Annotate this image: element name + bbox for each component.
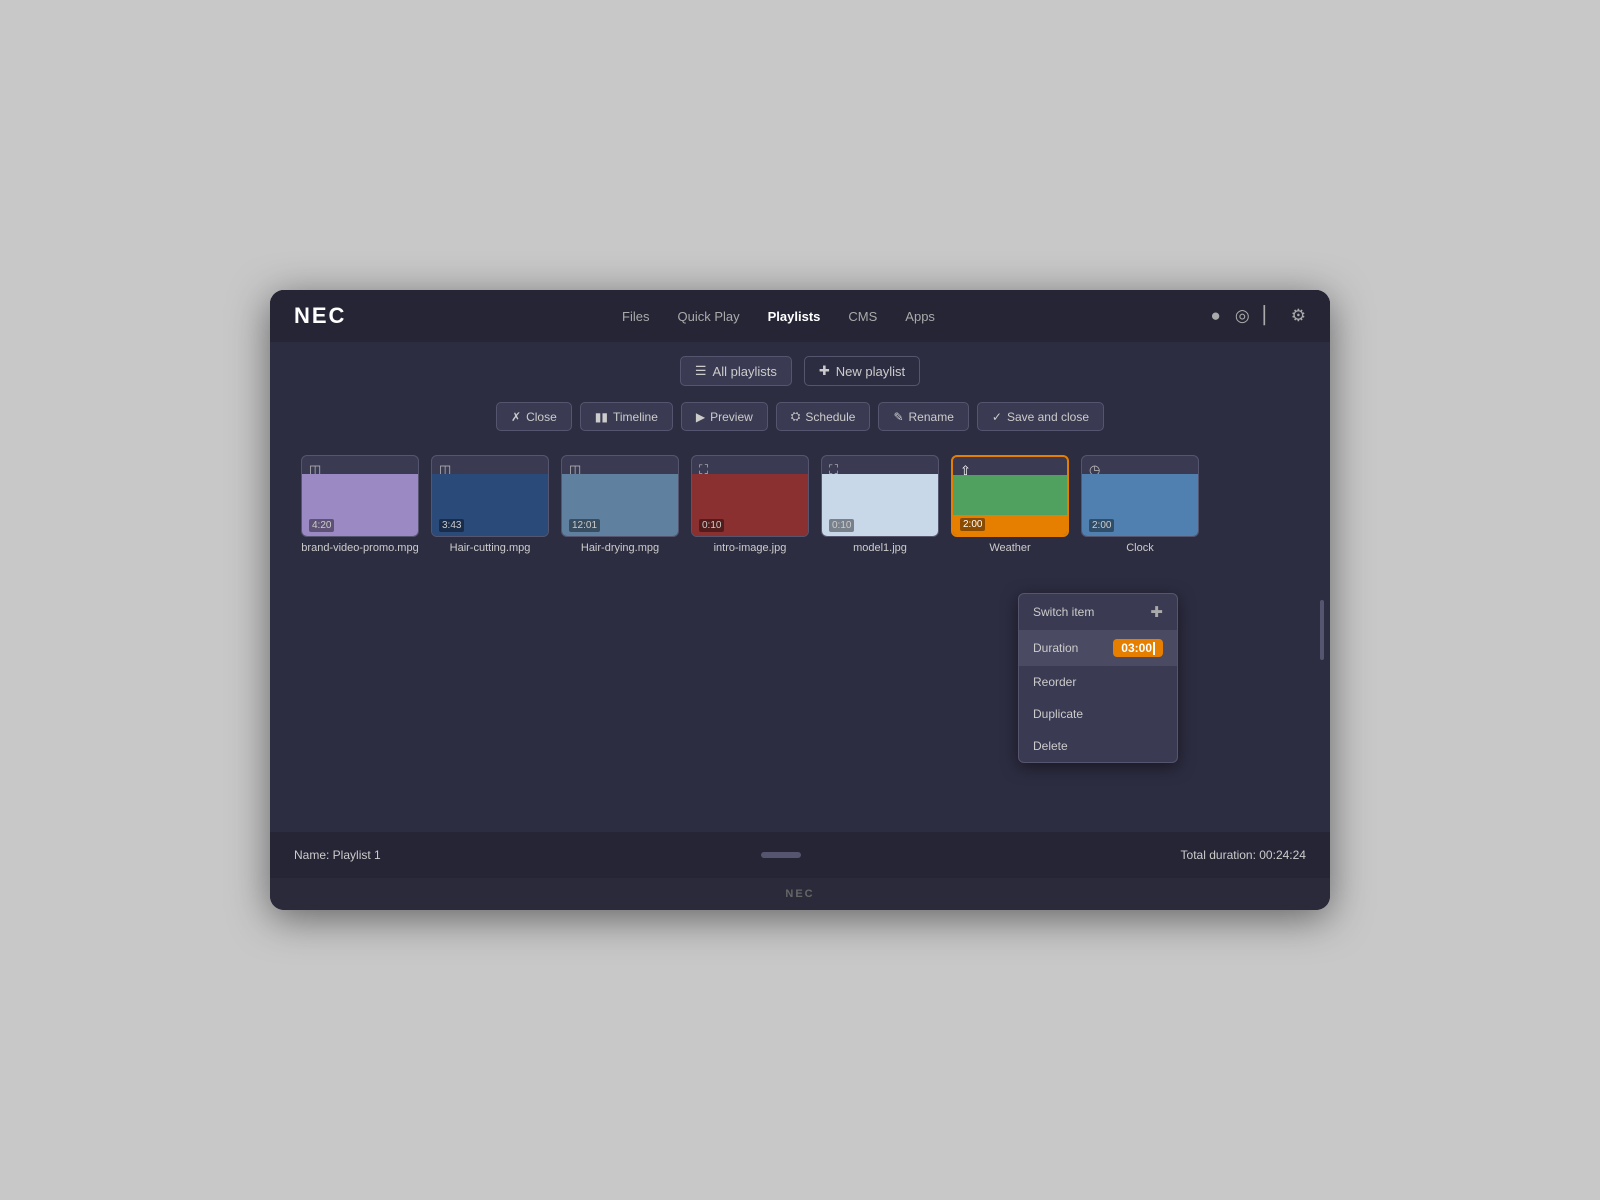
list-item[interactable]: ⇧ 2:00 Weather — [950, 455, 1070, 554]
context-delete[interactable]: Delete — [1019, 730, 1177, 762]
item-duration: 4:20 — [309, 519, 334, 532]
item-label: Hair-drying.mpg — [581, 542, 659, 554]
settings-icon[interactable]: ⚙ — [1291, 306, 1306, 326]
item-duration: 3:43 — [439, 519, 464, 532]
item-duration: 0:10 — [699, 519, 724, 532]
plus-icon: ✚ — [819, 363, 830, 379]
tv-display: NEC Files Quick Play Playlists CMS Apps … — [270, 290, 1330, 910]
list-item[interactable]: ⛶ 0:10 intro-image.jpg — [690, 455, 810, 554]
user-icon[interactable]: ● — [1211, 306, 1221, 326]
item-thumbnail: ⛶ 0:10 — [691, 455, 809, 537]
schedule-button[interactable]: ⛭ Schedule — [776, 402, 871, 431]
close-label: Close — [526, 410, 557, 424]
item-thumbnail: ◫ 12:01 — [561, 455, 679, 537]
preview-button[interactable]: ▶ Preview — [681, 402, 768, 431]
nav-files[interactable]: Files — [622, 309, 649, 324]
context-duplicate[interactable]: Duplicate — [1019, 698, 1177, 730]
plus-circle-icon: ✚ — [1150, 603, 1163, 621]
timeline-label: Timeline — [613, 410, 658, 424]
playlist-name: Name: Playlist 1 — [294, 848, 381, 862]
duration-seconds: 00 — [1139, 641, 1152, 655]
rename-button[interactable]: ✎ Rename — [878, 402, 968, 431]
duration-text: 03 — [1121, 641, 1134, 655]
page-header: ☰ All playlists ✚ New playlist — [270, 342, 1330, 396]
context-reorder[interactable]: Reorder — [1019, 666, 1177, 698]
save-close-label: Save and close — [1007, 410, 1089, 424]
switch-item-label: Switch item — [1033, 605, 1094, 619]
save-close-button[interactable]: ✓ Save and close — [977, 402, 1104, 431]
schedule-icon: ⛭ — [791, 409, 801, 424]
rename-label: Rename — [909, 410, 954, 424]
app-logo: NEC — [294, 303, 346, 329]
list-item[interactable]: ⛶ 0:10 model1.jpg — [820, 455, 940, 554]
close-icon: ✗ — [511, 410, 521, 424]
rename-icon: ✎ — [893, 410, 903, 424]
list-item[interactable]: ◫ 4:20 brand-video-promo.mpg — [300, 455, 420, 554]
close-button[interactable]: ✗ Close — [496, 402, 572, 431]
nav-quickplay[interactable]: Quick Play — [678, 309, 740, 324]
globe-icon[interactable]: ◎ — [1235, 306, 1250, 326]
new-playlist-label: New playlist — [836, 364, 905, 379]
item-thumbnail-selected: ⇧ 2:00 — [951, 455, 1069, 537]
new-playlist-button[interactable]: ✚ New playlist — [804, 356, 920, 386]
context-menu: Switch item ✚ Duration 03:00 Reorder Dup… — [1018, 593, 1178, 763]
list-item[interactable]: ◷ 2:00 Clock — [1080, 455, 1200, 554]
duration-value[interactable]: 03:00 — [1113, 639, 1163, 657]
item-thumbnail: ◫ 4:20 — [301, 455, 419, 537]
tv-brand-logo: NEC — [785, 888, 814, 900]
item-duration: 2:00 — [1089, 519, 1114, 532]
timeline-icon: ▮▮ — [595, 410, 608, 424]
nav-cms[interactable]: CMS — [848, 309, 877, 324]
play-icon: ▶ — [696, 410, 705, 424]
scroll-handle[interactable] — [761, 852, 801, 858]
item-duration: 12:01 — [569, 519, 600, 532]
toolbar: ✗ Close ▮▮ Timeline ▶ Preview ⛭ Schedule… — [270, 396, 1330, 445]
playlist-items: ◫ 4:20 brand-video-promo.mpg ◫ 3:43 Hair… — [300, 445, 1300, 564]
item-label: Hair-cutting.mpg — [450, 542, 531, 554]
item-thumbnail: ⛶ 0:10 — [821, 455, 939, 537]
item-label: model1.jpg — [853, 542, 907, 554]
item-label: intro-image.jpg — [714, 542, 787, 554]
duration-cursor — [1153, 642, 1155, 655]
wifi-icon[interactable]: ▏ — [1264, 306, 1277, 326]
all-playlists-label: All playlists — [713, 364, 777, 379]
timeline-button[interactable]: ▮▮ Timeline — [580, 402, 673, 431]
nav-icons: ● ◎ ▏ ⚙ — [1211, 306, 1306, 326]
nav-links: Files Quick Play Playlists CMS Apps — [622, 309, 935, 324]
save-icon: ✓ — [992, 410, 1002, 424]
item-thumbnail: ◷ 2:00 — [1081, 455, 1199, 537]
context-duration[interactable]: Duration 03:00 — [1019, 630, 1177, 666]
item-label: Clock — [1126, 542, 1154, 554]
item-duration: 2:00 — [960, 518, 985, 531]
preview-label: Preview — [710, 410, 753, 424]
schedule-label: Schedule — [805, 410, 855, 424]
scrollbar — [1320, 600, 1324, 660]
item-label: brand-video-promo.mpg — [301, 542, 418, 554]
list-icon: ☰ — [695, 363, 707, 379]
item-label: Weather — [989, 542, 1030, 554]
list-item[interactable]: ◫ 12:01 Hair-drying.mpg — [560, 455, 680, 554]
delete-label: Delete — [1033, 739, 1068, 753]
nav-playlists[interactable]: Playlists — [768, 309, 821, 324]
duplicate-label: Duplicate — [1033, 707, 1083, 721]
tv-bezel: NEC — [270, 878, 1330, 910]
all-playlists-button[interactable]: ☰ All playlists — [680, 356, 792, 386]
context-switch-item[interactable]: Switch item ✚ — [1019, 594, 1177, 630]
nav-apps[interactable]: Apps — [905, 309, 935, 324]
item-duration: 0:10 — [829, 519, 854, 532]
item-thumbnail: ◫ 3:43 — [431, 455, 549, 537]
bottom-bar: Name: Playlist 1 Total duration: 00:24:2… — [270, 832, 1330, 878]
content-area: ◫ 4:20 brand-video-promo.mpg ◫ 3:43 Hair… — [270, 445, 1330, 832]
top-nav: NEC Files Quick Play Playlists CMS Apps … — [270, 290, 1330, 342]
total-duration: Total duration: 00:24:24 — [1181, 848, 1306, 862]
tv-screen: NEC Files Quick Play Playlists CMS Apps … — [270, 290, 1330, 878]
reorder-label: Reorder — [1033, 675, 1076, 689]
duration-label: Duration — [1033, 641, 1078, 655]
list-item[interactable]: ◫ 3:43 Hair-cutting.mpg — [430, 455, 550, 554]
